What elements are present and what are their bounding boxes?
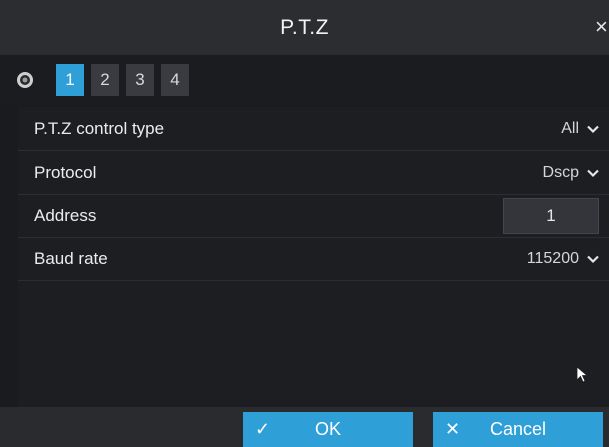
channel-tab-1[interactable]: 1 (56, 64, 84, 96)
control-type-row: P.T.Z control type All (18, 107, 609, 151)
camera-icon (17, 72, 33, 88)
channel-tab-2[interactable]: 2 (91, 64, 119, 96)
address-input[interactable]: 1 (503, 198, 599, 234)
control-type-label: P.T.Z control type (34, 118, 165, 138)
protocol-value: Dscp (542, 163, 579, 181)
control-type-value: All (561, 119, 579, 137)
chevron-down-icon (587, 125, 599, 133)
check-icon: ✓ (255, 419, 271, 439)
chevron-down-icon (587, 255, 599, 263)
close-icon[interactable]: × (595, 14, 609, 40)
address-row: Address 1 (18, 194, 609, 238)
protocol-row: Protocol Dscp (18, 151, 609, 195)
baud-rate-select[interactable]: 115200 (527, 237, 599, 280)
channel-tab-3[interactable]: 3 (126, 64, 154, 96)
chevron-down-icon (587, 169, 599, 177)
control-type-select[interactable]: All (561, 107, 599, 150)
channel-tab-4[interactable]: 4 (161, 64, 189, 96)
mouse-pointer-icon (576, 366, 588, 383)
protocol-label: Protocol (34, 162, 97, 182)
address-label: Address (34, 205, 97, 225)
dialog-title: P.T.Z (280, 15, 329, 39)
ok-button[interactable]: ✓ OK (243, 412, 413, 447)
protocol-select[interactable]: Dscp (543, 151, 599, 194)
cancel-button[interactable]: ✕ Cancel (433, 412, 603, 447)
baud-rate-label: Baud rate (34, 248, 108, 268)
dialog-titlebar: P.T.Z × (0, 0, 609, 56)
close-icon: ✕ (445, 419, 461, 439)
baud-rate-value: 115200 (526, 249, 579, 267)
baud-rate-row: Baud rate 115200 (18, 237, 609, 281)
